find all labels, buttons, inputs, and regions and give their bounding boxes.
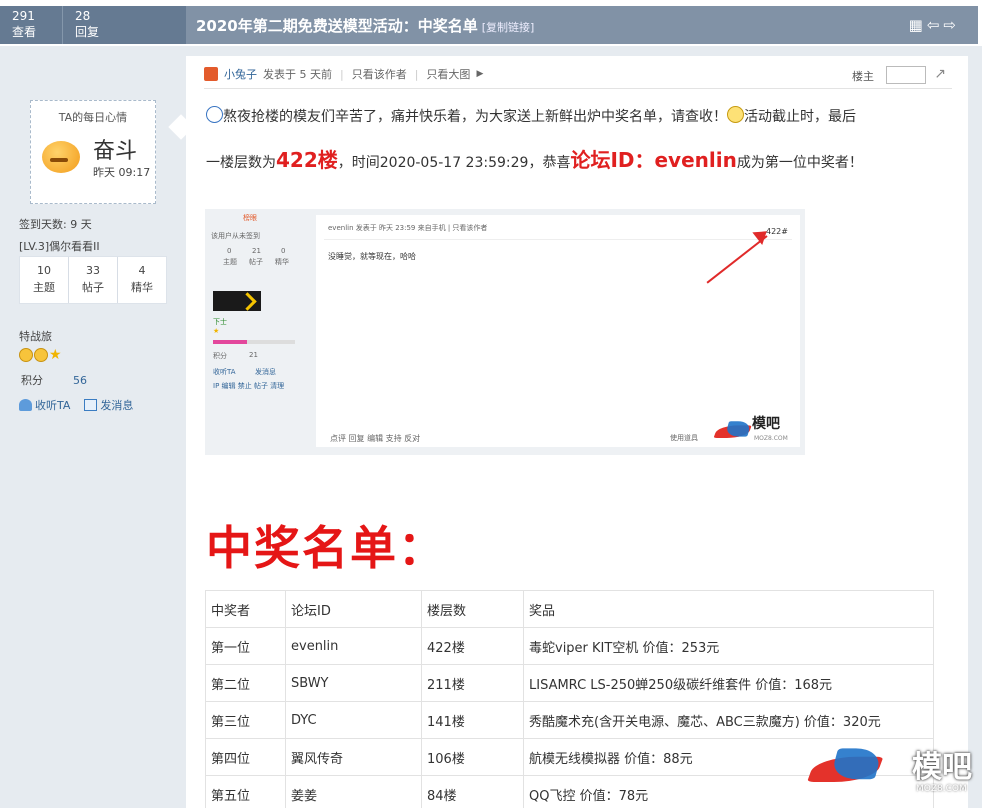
author-threads[interactable]: 10 主题	[20, 257, 68, 303]
user-icon	[204, 67, 218, 81]
floor-label: 楼主	[852, 70, 874, 83]
rank-icon	[213, 291, 261, 311]
post-body: 小兔子 发表于 5 天前 | 只看该作者 | 只看大图 ▶ 楼主 ↗ 熬夜抢楼的…	[186, 56, 968, 808]
thread-header: 291 查看 28 回复 2020年第二期免费送模型活动：中奖名单 [复制链接] …	[0, 0, 982, 46]
author-stats: 10 主题 33 帖子 4 精华	[19, 256, 167, 304]
level-badges: ★	[19, 348, 63, 362]
floor-jump-input[interactable]	[886, 66, 926, 84]
views-stat: 291 查看	[12, 9, 37, 39]
thread-stats: 291 查看 28 回复	[0, 6, 186, 44]
author-digest[interactable]: 4 精华	[117, 257, 166, 303]
clock-emoji-icon	[206, 106, 223, 123]
replies-stat: 28 回复	[62, 6, 124, 44]
message-button[interactable]: 发消息	[84, 397, 133, 413]
sun-badge-icon	[19, 348, 33, 362]
moz8-logo-icon	[812, 746, 885, 791]
table-row: 第三位 DYC 141楼 秀酷魔术充(含开关电源、魔芯、ABC三款魔方) 价值：320…	[205, 701, 934, 739]
divider	[204, 88, 952, 89]
copy-link[interactable]: [复制链接]	[482, 21, 535, 34]
follow-button[interactable]: 收听TA	[19, 397, 70, 413]
post-paragraph-2: 一楼层数为422楼，时间2020-05-17 23:59:29，恭喜论坛ID：e…	[206, 148, 863, 172]
image-post-panel: evenlin 发表于 昨天 23:59 来自手机 | 只看该作者 422# 没…	[316, 215, 800, 447]
user-group[interactable]: 特战旅	[19, 328, 52, 344]
score-bar	[213, 340, 295, 344]
post-paragraph-1: 熬夜抢楼的模友们辛苦了，痛并快乐着，为大家送上新鲜出炉中奖名单，请查收！ 活动截止…	[206, 106, 856, 126]
print-icon[interactable]: ▦	[909, 16, 923, 34]
image-user-card: 榜眼 该用户从未签到 0 21 0 主题 帖子 精华 下士 ★ 积分 21 收听…	[205, 209, 307, 455]
thread-title: 2020年第二期免费送模型活动：中奖名单 [复制链接]	[196, 17, 535, 35]
prev-thread-icon[interactable]: ⇦	[927, 16, 940, 34]
signin-days: 签到天数: 9 天	[19, 218, 92, 231]
next-thread-icon[interactable]: ⇨	[943, 16, 956, 34]
large-image-link[interactable]: 只看大图	[426, 66, 470, 82]
only-author-link[interactable]: 只看该作者	[352, 66, 407, 82]
table-row: 第二位 SBWY 211楼 LISAMRC LS-250蝉250级碳纤维套件 价值：1…	[205, 664, 934, 702]
users-icon	[19, 399, 32, 411]
mail-icon	[84, 399, 98, 411]
table-row: 第一位 evenlin 422楼 毒蛇viper KIT空机 价值：253元	[205, 627, 934, 665]
user-score: 积分 56	[21, 374, 87, 387]
title-bar: 2020年第二期免费送模型活动：中奖名单 [复制链接] ▦ ⇦ ⇨	[186, 6, 978, 44]
table-header-row: 中奖者 论坛ID 楼层数 奖品	[205, 590, 934, 628]
winners-heading: 中奖名单：	[206, 521, 446, 575]
sun-badge-icon	[34, 348, 48, 362]
author-link[interactable]: 小兔子	[224, 66, 257, 82]
caret-right-icon[interactable]: ▶	[476, 69, 483, 79]
daily-mood: TA的每日心情 奋斗 昨天 09:17	[30, 100, 156, 204]
star-badge-icon: ★	[49, 347, 62, 363]
site-watermark: 模吧 MOZ8.COM	[820, 738, 976, 802]
post-time: 发表于 5 天前	[263, 68, 332, 81]
grin-emoji-icon	[727, 106, 744, 123]
author-sidebar: TA的每日心情 奋斗 昨天 09:17 签到天数: 9 天 [LV.3]偶尔看看…	[0, 46, 186, 808]
moz8-logo-icon	[716, 420, 752, 442]
user-level[interactable]: [LV.3]偶尔看看II	[19, 238, 100, 254]
star-icon: ★	[213, 327, 220, 335]
mood-face-icon	[42, 141, 80, 173]
author-posts[interactable]: 33 帖子	[68, 257, 117, 303]
jump-icon[interactable]: ↗	[934, 66, 946, 82]
post-info: 小兔子 发表于 5 天前 | 只看该作者 | 只看大图 ▶	[204, 66, 483, 82]
post-image[interactable]: 榜眼 该用户从未签到 0 21 0 主题 帖子 精华 下士 ★ 积分 21 收听…	[205, 209, 805, 455]
